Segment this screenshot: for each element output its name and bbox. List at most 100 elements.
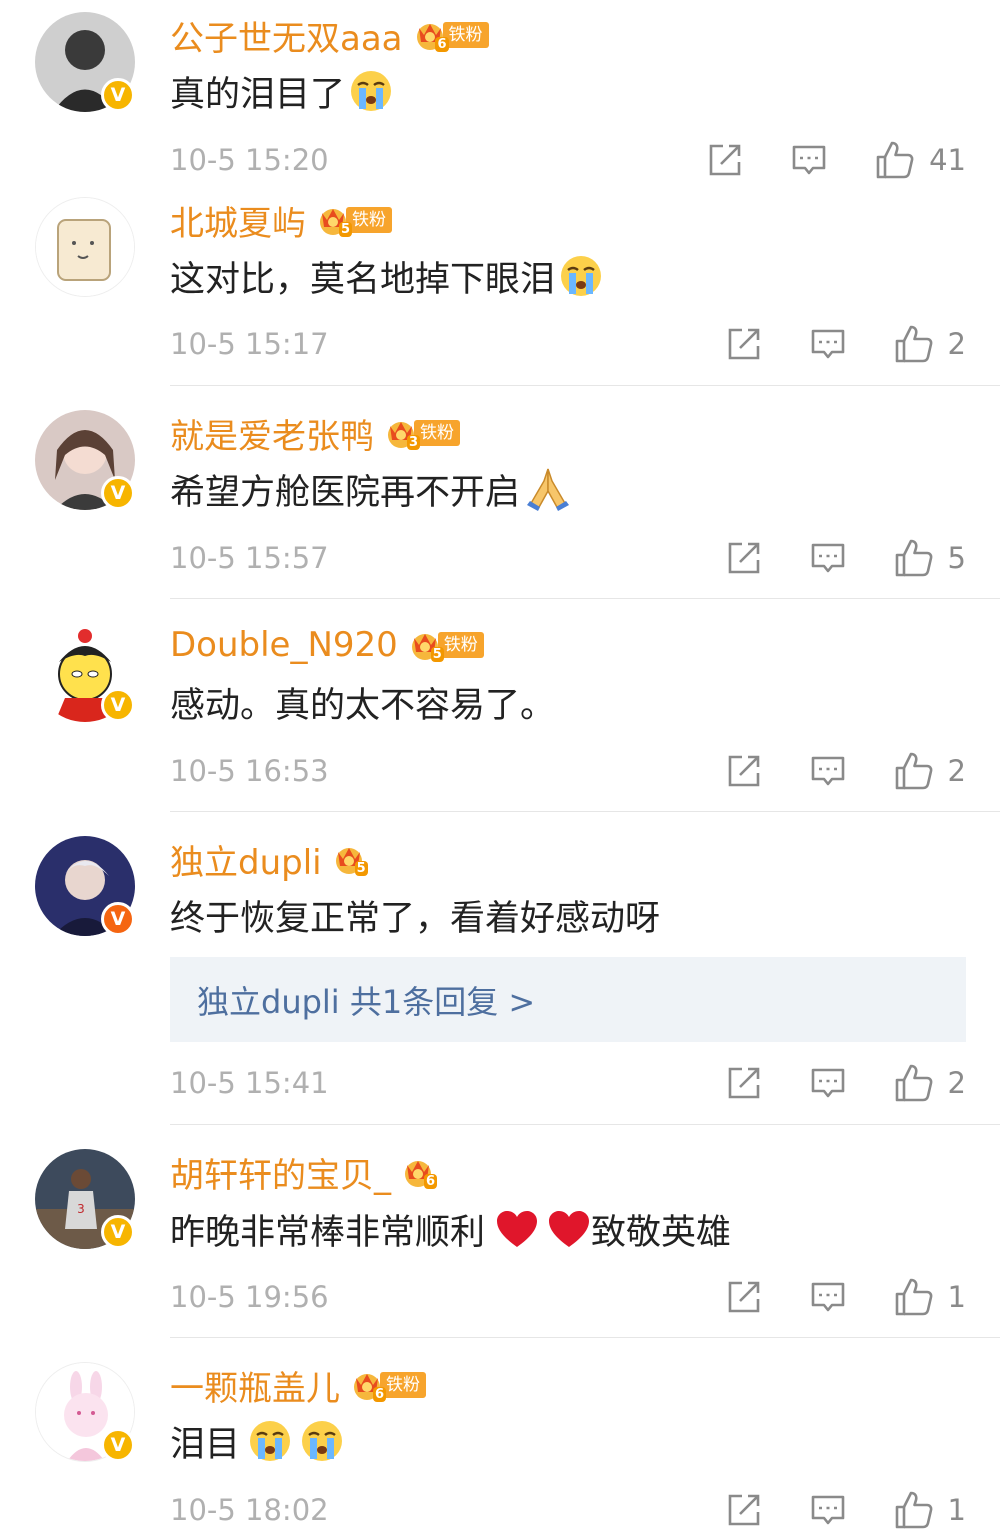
share-icon[interactable] bbox=[726, 1492, 762, 1528]
like-button[interactable]: 1 bbox=[894, 1490, 966, 1530]
verified-icon: V bbox=[101, 1428, 135, 1462]
verified-icon: V bbox=[101, 902, 135, 936]
fan-rank-badge[interactable]: 5 铁粉 bbox=[408, 628, 484, 662]
username[interactable]: 一颗瓶盖儿 bbox=[170, 1361, 340, 1410]
fan-rank-badge[interactable]: 5 bbox=[332, 842, 368, 876]
comment-text: 感动。真的太不容易了。 bbox=[170, 685, 556, 726]
comment-icon[interactable] bbox=[810, 753, 846, 789]
avatar[interactable] bbox=[35, 197, 135, 297]
fan-label: 铁粉 bbox=[414, 420, 460, 446]
avatar[interactable]: V bbox=[35, 12, 135, 112]
share-icon[interactable] bbox=[726, 326, 762, 362]
like-button[interactable]: 41 bbox=[875, 140, 966, 180]
share-icon[interactable] bbox=[726, 540, 762, 576]
username[interactable]: 独立dupli bbox=[170, 835, 322, 884]
avatar[interactable]: V bbox=[35, 1362, 135, 1462]
like-icon bbox=[894, 538, 934, 578]
comment-time: 10-5 19:56 bbox=[170, 1280, 329, 1314]
comment-text: 终于恢复正常了，看着好感动呀 bbox=[170, 898, 661, 939]
comment-meta: 10-5 16:53 2 bbox=[170, 751, 966, 791]
like-count: 1 bbox=[947, 1493, 966, 1527]
username-row: 就是爱老张鸭 3 铁粉 bbox=[170, 408, 460, 458]
fan-rank-badge[interactable]: 6 铁粉 bbox=[350, 1368, 426, 1402]
comment-icon[interactable] bbox=[810, 1065, 846, 1101]
comment-icon[interactable] bbox=[810, 1279, 846, 1315]
comment-meta: 10-5 15:57 5 bbox=[170, 538, 966, 578]
like-icon bbox=[894, 1277, 934, 1317]
fan-rank-badge[interactable]: 6 bbox=[401, 1155, 437, 1189]
share-icon[interactable] bbox=[726, 1065, 762, 1101]
verified-icon: V bbox=[101, 1215, 135, 1249]
avatar[interactable]: V bbox=[35, 622, 135, 722]
comment-time: 10-5 15:41 bbox=[170, 1066, 329, 1100]
reply-link[interactable]: 独立dupli 共1条回复 > bbox=[197, 977, 535, 1023]
username-row: 胡轩轩的宝贝_ 6 bbox=[170, 1147, 437, 1197]
like-count: 1 bbox=[947, 1280, 966, 1314]
comment-icon[interactable] bbox=[810, 326, 846, 362]
like-button[interactable]: 5 bbox=[894, 538, 966, 578]
fan-rank-badge[interactable]: 5 铁粉 bbox=[316, 203, 392, 237]
like-button[interactable]: 2 bbox=[894, 324, 966, 364]
like-icon bbox=[875, 140, 915, 180]
crying-face-icon bbox=[349, 69, 393, 113]
username[interactable]: 就是爱老张鸭 bbox=[170, 409, 374, 458]
divider bbox=[170, 385, 1000, 386]
username-row: 一颗瓶盖儿 6 铁粉 bbox=[170, 1360, 426, 1410]
red-heart-icon bbox=[495, 1209, 539, 1249]
username-row: 公子世无双aaa 6 铁粉 bbox=[170, 10, 489, 60]
like-icon bbox=[894, 324, 934, 364]
avatar[interactable]: V bbox=[35, 410, 135, 510]
fan-rank-badge[interactable]: 6 铁粉 bbox=[413, 18, 489, 52]
like-icon bbox=[894, 1490, 934, 1530]
comment-icon[interactable] bbox=[810, 540, 846, 576]
share-icon[interactable] bbox=[707, 142, 743, 178]
comment-text: 真的泪目了 bbox=[170, 66, 393, 116]
comment-icon[interactable] bbox=[791, 142, 827, 178]
comment-text: 希望方舱医院再不开启 bbox=[170, 464, 572, 514]
crying-face-icon bbox=[300, 1419, 344, 1463]
fan-label: 铁粉 bbox=[442, 22, 489, 48]
comment-meta: 10-5 15:41 2 bbox=[170, 1063, 966, 1103]
folded-hands-icon bbox=[524, 467, 572, 511]
avatar[interactable]: V bbox=[35, 836, 135, 936]
comment-text: 昨晚非常棒非常顺利 致敬英雄 bbox=[170, 1204, 731, 1254]
comment-time: 10-5 16:53 bbox=[170, 754, 329, 788]
crying-face-icon bbox=[248, 1419, 292, 1463]
divider bbox=[170, 598, 1000, 599]
comment-icon[interactable] bbox=[810, 1492, 846, 1528]
like-icon bbox=[894, 1063, 934, 1103]
comment-meta: 10-5 19:56 1 bbox=[170, 1277, 966, 1317]
fan-label: 铁粉 bbox=[380, 1372, 426, 1398]
crown-icon: 6 bbox=[401, 1155, 437, 1189]
comment-time: 10-5 15:20 bbox=[170, 143, 329, 177]
username[interactable]: 公子世无双aaa bbox=[170, 11, 403, 60]
fan-rank-badge[interactable]: 3 铁粉 bbox=[384, 416, 460, 450]
like-icon bbox=[894, 751, 934, 791]
like-count: 2 bbox=[947, 1066, 966, 1100]
username[interactable]: 胡轩轩的宝贝_ bbox=[170, 1148, 391, 1197]
verified-icon: V bbox=[101, 688, 135, 722]
fan-label: 铁粉 bbox=[346, 207, 392, 233]
like-button[interactable]: 1 bbox=[894, 1277, 966, 1317]
like-count: 41 bbox=[929, 143, 966, 177]
fan-label: 铁粉 bbox=[437, 632, 484, 658]
verified-icon: V bbox=[101, 78, 135, 112]
like-button[interactable]: 2 bbox=[894, 1063, 966, 1103]
like-count: 2 bbox=[947, 327, 966, 361]
comment-time: 10-5 15:57 bbox=[170, 541, 329, 575]
crown-icon: 5 bbox=[316, 203, 352, 237]
comment-meta: 10-5 15:17 2 bbox=[170, 324, 966, 364]
like-button[interactable]: 2 bbox=[894, 751, 966, 791]
divider bbox=[170, 1337, 1000, 1338]
share-icon[interactable] bbox=[726, 1279, 762, 1315]
like-count: 2 bbox=[947, 754, 966, 788]
username[interactable]: Double_N920 bbox=[170, 625, 398, 665]
share-icon[interactable] bbox=[726, 753, 762, 789]
red-heart-icon bbox=[547, 1209, 591, 1249]
verified-icon: V bbox=[101, 476, 135, 510]
crown-icon: 5 bbox=[332, 842, 368, 876]
avatar[interactable]: 3 V bbox=[35, 1149, 135, 1249]
username[interactable]: 北城夏屿 bbox=[170, 196, 306, 245]
comment-meta: 10-5 18:02 1 bbox=[170, 1490, 966, 1530]
reply-preview[interactable]: 独立dupli 共1条回复 > bbox=[170, 957, 966, 1042]
